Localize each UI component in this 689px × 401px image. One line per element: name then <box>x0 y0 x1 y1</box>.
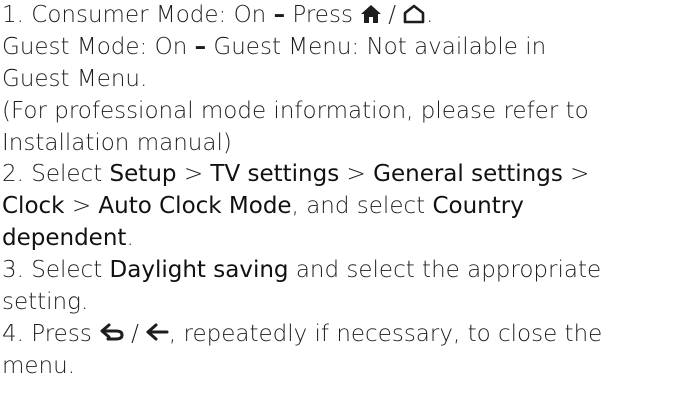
step-2-line: 2. Select Setup > TV settings > General … <box>2 159 687 191</box>
back-arrow-icon <box>145 322 169 342</box>
home-outline-icon <box>402 4 426 24</box>
guest-mode-line: Guest Mode: On – Guest Menu: Not availab… <box>2 32 687 64</box>
step-3-rest-continued: setting. <box>2 289 89 316</box>
end-period: . <box>126 225 134 252</box>
guest-menu-text: Guest Menu: Not available in <box>213 33 547 60</box>
professional-note-text: (For professional mode information, plea… <box>2 97 589 124</box>
dash: – <box>273 2 286 28</box>
step-3-line: 3. Select Daylight saving and select the… <box>2 255 687 287</box>
home-filled-icon <box>360 4 382 24</box>
separator: > <box>183 161 204 188</box>
professional-note-line: (For professional mode information, plea… <box>2 96 687 128</box>
back-icon <box>99 322 125 342</box>
step-number: 1. <box>2 2 24 28</box>
menu-clock: Clock <box>2 193 65 220</box>
step-4-rest: , repeatedly if necessary, to close the <box>168 320 603 347</box>
step-4-rest-continued: menu. <box>2 352 76 379</box>
step-number: 4. <box>2 320 24 347</box>
step-4-line-2: menu. <box>2 351 687 383</box>
step-1-line: 1. Consumer Mode: On – Press / . <box>2 0 687 32</box>
menu-daylight-saving: Daylight saving <box>109 257 289 284</box>
guest-mode-text: Guest Mode: On <box>2 33 188 60</box>
separator: > <box>71 193 92 220</box>
step-2-line-2: Clock > Auto Clock Mode, and select Coun… <box>2 191 687 223</box>
separator: > <box>570 161 590 188</box>
and-select-text: , and select <box>291 193 426 220</box>
installation-manual-text: Installation manual) <box>2 129 232 156</box>
menu-tv-settings: TV settings <box>210 161 340 188</box>
option-country: Country <box>432 193 524 220</box>
dash: – <box>194 33 207 60</box>
step-number: 3. <box>2 257 24 284</box>
step-3-line-2: setting. <box>2 287 687 319</box>
instruction-document: 1. Consumer Mode: On – Press / . Guest M… <box>2 0 687 383</box>
step-4-line: 4. Press / , repeatedly if necessary, to… <box>2 319 687 351</box>
select-text: Select <box>31 161 103 188</box>
guest-menu-line: Guest Menu. <box>2 64 687 96</box>
option-dependent: dependent <box>2 225 127 252</box>
step-2-line-3: dependent. <box>2 223 687 255</box>
menu-auto-clock-mode: Auto Clock Mode <box>98 193 292 220</box>
guest-menu-continued: Guest Menu. <box>2 65 148 92</box>
press-text: Press <box>31 320 92 347</box>
slash: / <box>388 2 396 28</box>
slash: / <box>131 320 139 347</box>
separator: > <box>346 161 366 188</box>
select-text: Select <box>31 257 103 284</box>
menu-general-settings: General settings <box>373 161 563 188</box>
step-number: 2. <box>2 161 24 188</box>
professional-note-line-2: Installation manual) <box>2 128 687 160</box>
menu-setup: Setup <box>109 161 177 188</box>
press-text: Press <box>292 2 353 28</box>
consumer-mode-text: Consumer Mode: On <box>31 2 267 28</box>
step-3-rest: and select the appropriate <box>295 257 602 284</box>
end-period: . <box>426 2 434 28</box>
